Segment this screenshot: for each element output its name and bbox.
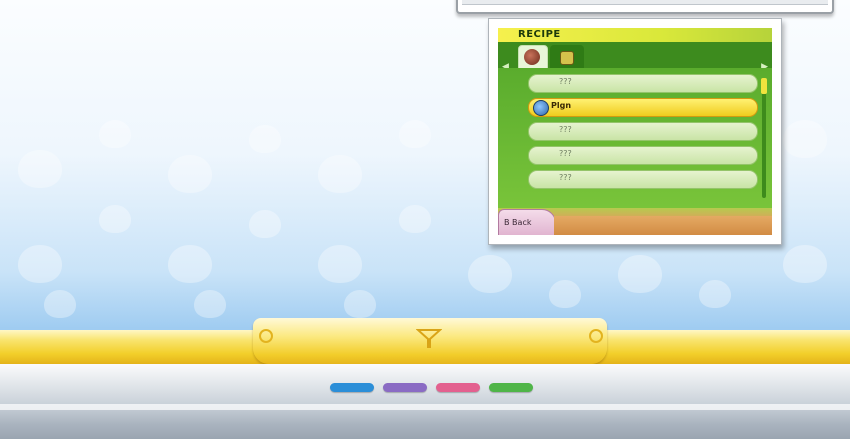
list-item-label: ??? [559, 173, 572, 182]
right-ring-icon [589, 329, 603, 343]
tab-gift[interactable] [550, 45, 584, 69]
list-item[interactable]: ??? [528, 74, 758, 93]
scroll-thumb[interactable] [761, 78, 767, 94]
recipe-title-bar: RECIPE [498, 28, 772, 42]
back-button-label: B Back [504, 218, 531, 227]
bottom-strip [554, 216, 772, 235]
blue-indicator[interactable] [330, 383, 374, 392]
recipe-tab-row: ◀ ▶ [498, 42, 772, 72]
list-item-label: ??? [559, 125, 572, 134]
food-icon [524, 49, 540, 65]
character-icon [533, 100, 549, 116]
list-item[interactable]: ??? [528, 146, 758, 165]
list-item-selected[interactable]: Plgn [528, 98, 758, 117]
back-key: B [504, 218, 510, 227]
list-item[interactable]: ??? [528, 170, 758, 189]
recipe-list: ??? Plgn ??? ??? ??? [498, 68, 772, 208]
silver-bar [0, 364, 850, 439]
top-screen-frame [456, 0, 834, 14]
recipe-screen: RECIPE ◀ ▶ ??? Plgn ??? ??? ??? B Back [498, 28, 772, 235]
funnel-icon[interactable] [416, 327, 442, 349]
back-button[interactable]: B Back [498, 209, 556, 235]
left-ring-icon [259, 329, 273, 343]
back-label: Back [512, 218, 532, 227]
gift-icon [560, 51, 574, 65]
purple-indicator[interactable] [383, 383, 427, 392]
recipe-screenshot-frame: RECIPE ◀ ▶ ??? Plgn ??? ??? ??? B Back [488, 18, 782, 245]
green-indicator[interactable] [489, 383, 533, 392]
list-item[interactable]: ??? [528, 122, 758, 141]
recipe-title: RECIPE [518, 29, 561, 40]
list-item-label: Plgn [551, 101, 572, 110]
recipe-scrollbar[interactable] [761, 78, 767, 198]
list-item-label: ??? [559, 149, 572, 158]
gold-center-panel [253, 318, 607, 364]
list-item-label: ??? [559, 77, 572, 86]
pink-indicator[interactable] [436, 383, 480, 392]
